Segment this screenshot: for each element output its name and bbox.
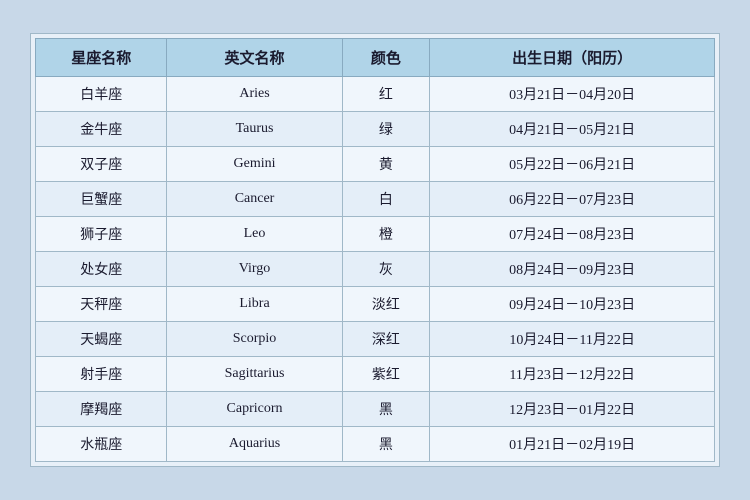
cell-chinese: 处女座 [36, 252, 167, 287]
cell-chinese: 天蝎座 [36, 322, 167, 357]
cell-english: Sagittarius [167, 357, 342, 392]
cell-chinese: 射手座 [36, 357, 167, 392]
cell-english: Taurus [167, 112, 342, 147]
cell-date: 09月24日－10月23日 [430, 287, 715, 322]
cell-chinese: 天秤座 [36, 287, 167, 322]
table-row: 双子座Gemini黄05月22日－06月21日 [36, 147, 715, 182]
cell-color: 灰 [342, 252, 430, 287]
cell-chinese: 摩羯座 [36, 392, 167, 427]
table-row: 巨蟹座Cancer白06月22日－07月23日 [36, 182, 715, 217]
cell-color: 深红 [342, 322, 430, 357]
table-row: 狮子座Leo橙07月24日－08月23日 [36, 217, 715, 252]
table-header-row: 星座名称 英文名称 颜色 出生日期（阳历） [36, 39, 715, 77]
zodiac-table-container: 星座名称 英文名称 颜色 出生日期（阳历） 白羊座Aries红03月21日－04… [30, 33, 720, 467]
cell-english: Gemini [167, 147, 342, 182]
table-row: 白羊座Aries红03月21日－04月20日 [36, 77, 715, 112]
header-chinese: 星座名称 [36, 39, 167, 77]
cell-english: Aquarius [167, 427, 342, 462]
header-color: 颜色 [342, 39, 430, 77]
cell-chinese: 双子座 [36, 147, 167, 182]
cell-english: Libra [167, 287, 342, 322]
cell-date: 04月21日－05月21日 [430, 112, 715, 147]
zodiac-table: 星座名称 英文名称 颜色 出生日期（阳历） 白羊座Aries红03月21日－04… [35, 38, 715, 462]
cell-date: 05月22日－06月21日 [430, 147, 715, 182]
cell-date: 11月23日－12月22日 [430, 357, 715, 392]
cell-color: 紫红 [342, 357, 430, 392]
cell-date: 06月22日－07月23日 [430, 182, 715, 217]
table-row: 金牛座Taurus绿04月21日－05月21日 [36, 112, 715, 147]
cell-english: Aries [167, 77, 342, 112]
cell-color: 黑 [342, 427, 430, 462]
cell-date: 08月24日－09月23日 [430, 252, 715, 287]
cell-color: 淡红 [342, 287, 430, 322]
cell-english: Virgo [167, 252, 342, 287]
header-date: 出生日期（阳历） [430, 39, 715, 77]
table-row: 处女座Virgo灰08月24日－09月23日 [36, 252, 715, 287]
cell-english: Leo [167, 217, 342, 252]
cell-color: 黑 [342, 392, 430, 427]
cell-date: 10月24日－11月22日 [430, 322, 715, 357]
cell-color: 绿 [342, 112, 430, 147]
cell-english: Scorpio [167, 322, 342, 357]
cell-chinese: 金牛座 [36, 112, 167, 147]
cell-chinese: 水瓶座 [36, 427, 167, 462]
table-row: 天蝎座Scorpio深红10月24日－11月22日 [36, 322, 715, 357]
table-row: 天秤座Libra淡红09月24日－10月23日 [36, 287, 715, 322]
cell-chinese: 白羊座 [36, 77, 167, 112]
table-row: 水瓶座Aquarius黑01月21日－02月19日 [36, 427, 715, 462]
cell-chinese: 狮子座 [36, 217, 167, 252]
header-english: 英文名称 [167, 39, 342, 77]
cell-english: Cancer [167, 182, 342, 217]
cell-date: 03月21日－04月20日 [430, 77, 715, 112]
cell-color: 白 [342, 182, 430, 217]
cell-chinese: 巨蟹座 [36, 182, 167, 217]
cell-color: 橙 [342, 217, 430, 252]
cell-color: 红 [342, 77, 430, 112]
cell-color: 黄 [342, 147, 430, 182]
table-row: 射手座Sagittarius紫红11月23日－12月22日 [36, 357, 715, 392]
cell-date: 07月24日－08月23日 [430, 217, 715, 252]
cell-english: Capricorn [167, 392, 342, 427]
cell-date: 12月23日－01月22日 [430, 392, 715, 427]
table-row: 摩羯座Capricorn黑12月23日－01月22日 [36, 392, 715, 427]
cell-date: 01月21日－02月19日 [430, 427, 715, 462]
